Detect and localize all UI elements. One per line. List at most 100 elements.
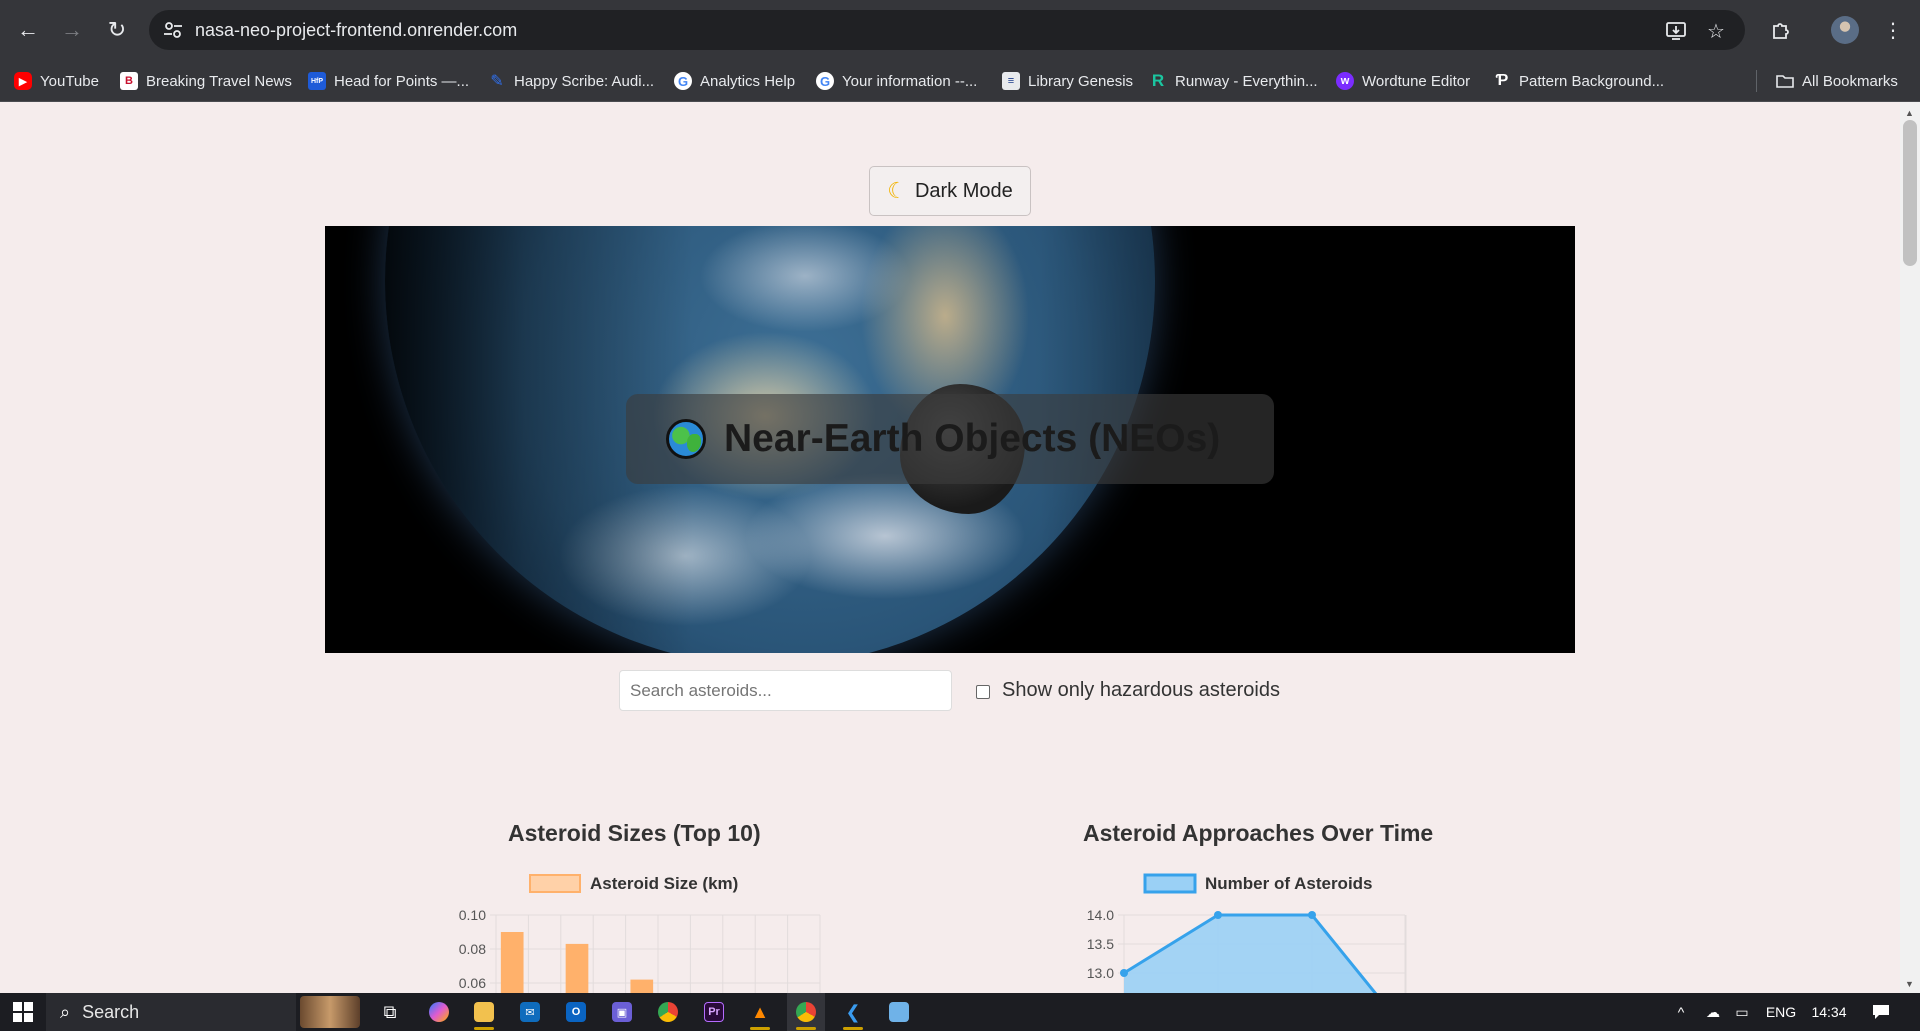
- vlc-icon[interactable]: ▲: [741, 993, 779, 1031]
- task-view-icon[interactable]: ⧉: [371, 993, 409, 1031]
- breaking-travel-news-icon: B: [120, 72, 138, 90]
- taskbar-search-label: Search: [82, 1001, 140, 1022]
- all-bookmarks-label: All Bookmarks: [1802, 72, 1898, 90]
- bookmark-label: Happy Scribe: Audi...: [514, 72, 655, 90]
- wordtune-icon: w: [1336, 72, 1354, 90]
- y-tick-label: 13.0: [1087, 965, 1114, 981]
- y-tick-label: 0.10: [459, 907, 486, 923]
- bookmark-star-icon[interactable]: ☆: [1703, 18, 1729, 44]
- url-text[interactable]: nasa-neo-project-frontend.onrender.com: [195, 20, 517, 41]
- notifications-icon[interactable]: [1866, 993, 1896, 1031]
- y-tick-label: 13.5: [1087, 936, 1114, 952]
- bookmark-label: Analytics Help: [700, 72, 796, 90]
- site-info-icon[interactable]: [161, 18, 185, 42]
- bookmark-pattern-background[interactable]: Ƥ Pattern Background...: [1493, 60, 1664, 102]
- google-icon: G: [816, 72, 834, 90]
- extensions-icon[interactable]: [1763, 12, 1799, 48]
- bookmark-label: Pattern Background...: [1519, 72, 1665, 90]
- legend-label: Asteroid Size (km): [590, 874, 738, 893]
- hero-banner: Near-Earth Objects (NEOs): [325, 226, 1575, 653]
- bookmark-head-for-points[interactable]: HfP Head for Points —...: [308, 60, 469, 102]
- scrollbar-thumb[interactable]: [1903, 120, 1917, 266]
- page-scrollbar[interactable]: ▲ ▼: [1900, 102, 1920, 993]
- bookmark-label: YouTube: [40, 72, 99, 90]
- hazardous-only-label[interactable]: Show only hazardous asteroids: [1002, 679, 1280, 702]
- search-highlight-image: [300, 996, 360, 1028]
- all-bookmarks-button[interactable]: All Bookmarks: [1776, 60, 1898, 102]
- profile-avatar[interactable]: [1827, 12, 1863, 48]
- dark-mode-button[interactable]: ☾ Dark Mode: [869, 166, 1031, 216]
- asteroid-sizes-chart: Asteroid Size (km) 0.10 0.08 0.06: [459, 874, 821, 993]
- show-hidden-icons-icon[interactable]: ^: [1668, 993, 1694, 1031]
- chrome-icon[interactable]: [649, 993, 687, 1031]
- bookmarks-bar: ▶ YouTube B Breaking Travel News HfP Hea…: [0, 60, 1920, 102]
- address-bar[interactable]: nasa-neo-project-frontend.onrender.com ☆: [149, 10, 1745, 50]
- copilot-icon[interactable]: [420, 993, 458, 1031]
- install-app-icon[interactable]: [1663, 18, 1689, 44]
- y-tick-label: 14.0: [1087, 907, 1114, 923]
- bookmark-happy-scribe[interactable]: ✎ Happy Scribe: Audi...: [488, 60, 654, 102]
- forward-button[interactable]: →: [54, 12, 90, 48]
- reload-button[interactable]: ↻: [99, 12, 135, 48]
- vscode-icon[interactable]: ❮: [834, 993, 872, 1031]
- data-point: [1214, 911, 1222, 919]
- search-asteroids-input[interactable]: [619, 670, 952, 711]
- approaches-chart-title: Asteroid Approaches Over Time: [1083, 820, 1434, 846]
- hazardous-only-checkbox[interactable]: [976, 685, 990, 699]
- clock[interactable]: 14:34: [1808, 993, 1850, 1031]
- scroll-down-arrow-icon[interactable]: ▼: [1905, 979, 1914, 989]
- browser-menu-icon[interactable]: ⋮: [1875, 12, 1911, 48]
- folder-icon: [1776, 72, 1794, 90]
- notepad-icon[interactable]: [880, 993, 918, 1031]
- bookmark-label: Your information --...: [842, 72, 978, 90]
- bookmark-runway[interactable]: R Runway - Everythin...: [1149, 60, 1318, 102]
- legend-label: Number of Asteroids: [1205, 874, 1373, 893]
- library-genesis-icon: ≡: [1002, 72, 1020, 90]
- asteroid-approaches-chart: Number of Asteroids 14.0 13.5 13.0: [1087, 873, 1407, 993]
- bookmark-analytics-help[interactable]: G Analytics Help: [674, 60, 795, 102]
- bookmark-library-genesis[interactable]: ≡ Library Genesis: [1002, 60, 1133, 102]
- youtube-icon: ▶: [14, 72, 32, 90]
- y-tick-label: 0.08: [459, 941, 486, 957]
- legend-swatch: [529, 874, 581, 893]
- back-button[interactable]: ←: [10, 12, 46, 48]
- bookmark-your-information[interactable]: G Your information --...: [816, 60, 977, 102]
- google-icon: G: [674, 72, 692, 90]
- bookmark-label: Breaking Travel News: [146, 72, 292, 90]
- globe-icon: [666, 419, 706, 459]
- dark-mode-label: Dark Mode: [914, 179, 1013, 202]
- page-title: Near-Earth Objects (NEOs): [724, 417, 1221, 460]
- page-content: ☾ Dark Mode Near-Earth Objects (NEOs) Sh…: [0, 102, 1900, 993]
- hero-title-box: Near-Earth Objects (NEOs): [626, 394, 1274, 484]
- pattern-icon: Ƥ: [1495, 72, 1509, 89]
- bookmark-label: Library Genesis: [1028, 72, 1134, 90]
- scroll-up-arrow-icon[interactable]: ▲: [1905, 108, 1914, 118]
- chrome-active-icon[interactable]: [787, 993, 825, 1031]
- bookmark-wordtune[interactable]: w Wordtune Editor: [1336, 60, 1470, 102]
- bookmark-label: Runway - Everythin...: [1175, 72, 1318, 90]
- photos-icon[interactable]: ▣: [603, 993, 641, 1031]
- onedrive-icon[interactable]: ☁: [1700, 993, 1726, 1031]
- bookmark-label: Head for Points —...: [334, 72, 470, 90]
- size-bar: [630, 979, 654, 993]
- taskbar-search[interactable]: ⌕ Search: [46, 993, 360, 1031]
- size-bar: [500, 932, 524, 993]
- battery-icon[interactable]: ▭: [1729, 993, 1755, 1031]
- file-explorer-icon[interactable]: [465, 993, 503, 1031]
- bookmark-label: Wordtune Editor: [1362, 72, 1471, 90]
- size-bar: [565, 943, 589, 993]
- windows-logo-icon: [13, 1002, 33, 1022]
- sizes-chart-title: Asteroid Sizes (Top 10): [508, 820, 761, 846]
- start-button[interactable]: [4, 993, 42, 1031]
- bookmark-breaking-travel-news[interactable]: B Breaking Travel News: [120, 60, 292, 102]
- outlook-app-icon[interactable]: ✉: [511, 993, 549, 1031]
- data-point: [1308, 911, 1316, 919]
- premiere-pro-icon[interactable]: Pr: [695, 993, 733, 1031]
- language-indicator[interactable]: ENG: [1764, 993, 1798, 1031]
- legend-swatch: [1143, 873, 1197, 894]
- bookmarks-divider: [1756, 70, 1757, 92]
- windows-taskbar: ⌕ Search ⧉ ✉ O ▣ Pr ▲ ❮ ^ ☁ ▭ ENG 14:34: [0, 993, 1920, 1031]
- outlook-icon[interactable]: O: [557, 993, 595, 1031]
- bookmark-youtube[interactable]: ▶ YouTube: [14, 60, 99, 102]
- happy-scribe-icon: ✎: [490, 73, 504, 90]
